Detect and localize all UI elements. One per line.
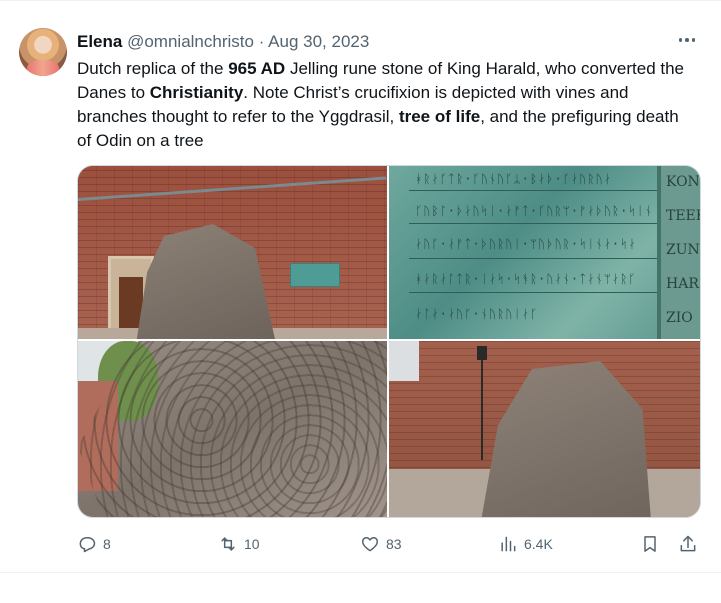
photo-rune-stone-building[interactable] — [78, 166, 387, 339]
plaque-side: KON TEEK ZUN HAR ZIO — [657, 166, 700, 339]
more-dots-icon — [678, 38, 696, 42]
author-handle[interactable]: @omnialnchristo — [127, 32, 254, 51]
bookmark-icon — [644, 536, 656, 552]
plaque-rune-text: ᚼᚱᛅᚴᛏᚱ·ᚴᚢᚾᚢᚴᛦ·ᛒᛅᚦ·ᚴᛅᚢᚱᚢᛅ — [415, 172, 612, 186]
action-bar: 8 10 83 6.4K — [77, 530, 702, 558]
text-segment-bold: tree of life — [398, 107, 481, 126]
green-plaque — [290, 263, 340, 287]
photo-stone-street[interactable] — [389, 341, 700, 517]
repost-button[interactable]: 10 — [218, 530, 260, 558]
like-button[interactable]: 83 — [360, 530, 402, 558]
street-lamp — [477, 346, 487, 360]
plaque-line — [409, 223, 664, 224]
text-segment-bold: 965 AD — [228, 59, 286, 78]
plaque-rune-text: ᛅᛚᛅ·ᛅᚢᚴ·ᚾᚢᚱᚢᛁᛅᚴ — [415, 307, 539, 321]
sky — [389, 341, 419, 381]
plaque-side-text: ZUN — [666, 242, 700, 258]
header-separator: · — [258, 32, 265, 51]
photo-rune-plaque[interactable]: ᚼᚱᛅᚴᛏᚱ·ᚴᚢᚾᚢᚴᛦ·ᛒᛅᚦ·ᚴᛅᚢᚱᚢᛅ ᚴᚢᛒᛚ·ᚦᛅᚢᛋᛁ·ᛅᚠᛏ·… — [389, 166, 700, 339]
views-button[interactable]: 6.4K — [498, 530, 553, 558]
plaque-line — [409, 190, 664, 191]
avatar[interactable] — [19, 28, 67, 76]
text-segment-bold: Christianity — [149, 83, 244, 102]
lamp-pole — [481, 360, 483, 460]
tweet-date[interactable]: Aug 30, 2023 — [268, 32, 369, 51]
stone-carving — [78, 341, 387, 517]
plaque-rune-text: ᛅᚢᚴ·ᛅᚠᛏ·ᚦᚢᚱᚢᛁ·ᛘᚢᚦᚢᚱ·ᛋᛁᚾᛅ·ᛋᛅ — [415, 237, 637, 251]
media-grid: ᚼᚱᛅᚴᛏᚱ·ᚴᚢᚾᚢᚴᛦ·ᛒᛅᚦ·ᚴᛅᚢᚱᚢᛅ ᚴᚢᛒᛚ·ᚦᛅᚢᛋᛁ·ᛅᚠᛏ·… — [77, 165, 701, 518]
plaque-side-text: KON — [666, 174, 700, 190]
reply-button[interactable]: 8 — [77, 530, 111, 558]
tweet-header: Elena @omnialnchristo · Aug 30, 2023 — [77, 31, 369, 53]
repost-count: 10 — [244, 536, 260, 552]
avatar-shirt — [27, 60, 59, 76]
plaque-rune-text: ᚼᛅᚱᛅᛚᛏᚱ·ᛁᛅᛋ·ᛋᚬᚱ·ᚢᛅᚾ·ᛏᛅᚾᛘᛅᚱᚴ — [415, 272, 637, 286]
views-chart-icon — [501, 536, 516, 552]
plaque-side-text: ZIO — [666, 310, 693, 326]
divider — [0, 0, 721, 1]
rune-stone — [481, 361, 651, 517]
share-icon — [680, 535, 696, 552]
reply-icon — [79, 537, 96, 553]
repost-icon — [221, 537, 235, 551]
plaque-line — [409, 292, 664, 293]
plaque-line — [409, 258, 664, 259]
tweet-article[interactable]: Elena @omnialnchristo · Aug 30, 2023 Dut… — [0, 0, 721, 573]
plaque-rows: ᚼᚱᛅᚴᛏᚱ·ᚴᚢᚾᚢᚴᛦ·ᛒᛅᚦ·ᚴᛅᚢᚱᚢᛅ ᚴᚢᛒᛚ·ᚦᛅᚢᛋᛁ·ᛅᚠᛏ·… — [409, 166, 664, 339]
more-options-button[interactable] — [676, 30, 698, 50]
heart-icon — [361, 537, 379, 552]
share-button[interactable] — [678, 530, 698, 558]
photo-stone-carving-closeup[interactable] — [78, 341, 387, 517]
views-count: 6.4K — [524, 536, 553, 552]
tweet-text: Dutch replica of the 965 AD Jelling rune… — [77, 57, 697, 153]
plaque-side-text: TEEK — [666, 208, 700, 224]
reply-count: 8 — [103, 536, 111, 552]
like-count: 83 — [386, 536, 402, 552]
author-name[interactable]: Elena — [77, 32, 122, 51]
text-segment: Dutch replica of the — [77, 59, 229, 78]
bookmark-button[interactable] — [640, 530, 660, 558]
plaque-rune-text: ᚴᚢᛒᛚ·ᚦᛅᚢᛋᛁ·ᛅᚠᛏ·ᚴᚢᚱᛘ·ᚠᛅᚦᚢᚱ·ᛋᛁᚾ — [415, 204, 653, 218]
plaque-side-text: HAR — [666, 276, 699, 292]
